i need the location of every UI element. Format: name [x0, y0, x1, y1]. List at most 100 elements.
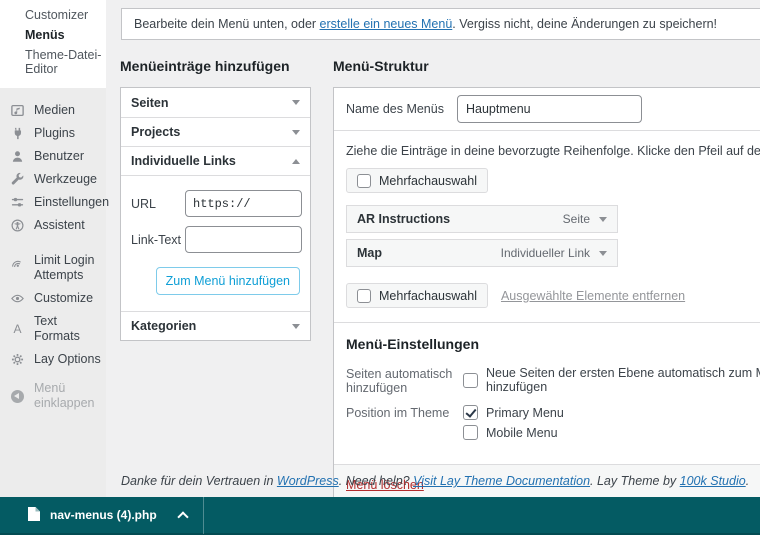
footer-text: . Lay Theme by [590, 474, 680, 488]
menu-settings-section: Menü-Einstellungen Seiten automatisch hi… [334, 322, 760, 464]
wordpress-admin-screen: Customizer Menüs Theme-Datei-Editor Medi… [0, 0, 760, 535]
sidebar-item-theme-file-editor[interactable]: Theme-Datei-Editor [0, 45, 106, 79]
100k-studio-link[interactable]: 100k Studio [680, 474, 746, 488]
url-input[interactable] [185, 190, 302, 217]
sidebar-item-label: Text Formats [34, 314, 102, 344]
notice-banner: Bearbeite dein Menü unten, oder erstelle… [121, 8, 760, 40]
accordion-label: Projects [131, 125, 180, 139]
footer-text: . [746, 474, 749, 488]
sidebar-item-customizer[interactable]: Customizer [0, 5, 106, 25]
download-bar: nav-menus (4).php [0, 497, 760, 535]
sidebar-item-label: Customize [34, 291, 93, 306]
menu-item-map[interactable]: Map Individueller Link [346, 239, 618, 267]
menu-item-title: Map [357, 246, 382, 260]
tools-icon [10, 172, 25, 187]
bulk-select-label: Mehrfachauswahl [379, 174, 477, 188]
mobile-menu-checkbox[interactable] [463, 425, 478, 440]
bulk-select-toggle[interactable]: Mehrfachauswahl [346, 168, 488, 193]
menu-structure-title: Menü-Struktur [333, 58, 760, 74]
auto-add-option[interactable]: Neue Seiten der ersten Ebene automatisch… [463, 366, 760, 394]
admin-footer-text: Danke für dein Vertrauen in WordPress. N… [121, 474, 749, 488]
drag-instructions: Ziehe die Einträge in deine bevorzugte R… [346, 144, 760, 158]
sidebar-item-label: Einstellungen [34, 195, 109, 210]
link-text-input[interactable] [185, 226, 302, 253]
sidebar-item-limit-login-attempts[interactable]: Limit Login Attempts [0, 249, 106, 287]
notice-text: Bearbeite dein Menü unten, oder [134, 17, 320, 31]
bulk-select-checkbox[interactable] [357, 174, 371, 188]
accordion-kategorien[interactable]: Kategorien [121, 311, 310, 340]
accordion-label: Individuelle Links [131, 154, 236, 168]
menu-items-list: AR Instructions Seite Map Individueller … [346, 205, 618, 267]
sidebar-item-label: Limit Login Attempts [34, 253, 100, 283]
accordion-projects[interactable]: Projects [121, 117, 310, 146]
add-menu-items-title: Menüeinträge hinzufügen [120, 58, 311, 74]
link-text-label: Link-Text [131, 233, 185, 247]
downloaded-file-chip[interactable]: nav-menus (4).php [0, 497, 203, 533]
chevron-down-icon [292, 324, 300, 333]
mobile-menu-option[interactable]: Mobile Menu [463, 425, 564, 440]
sidebar-item-label: Medien [34, 103, 75, 118]
lay-theme-docs-link[interactable]: Visit Lay Theme Documentation [413, 474, 590, 488]
chevron-up-icon[interactable] [177, 511, 188, 522]
menu-item-title: AR Instructions [357, 212, 450, 226]
add-to-menu-button[interactable]: Zum Menü hinzufügen [156, 267, 300, 295]
menu-structure-panel: Menü-Struktur Name des Menüs Ziehe die E… [333, 58, 760, 505]
primary-menu-option[interactable]: Primary Menu [463, 405, 564, 420]
bulk-select-checkbox[interactable] [357, 289, 371, 303]
collapse-menu-button[interactable]: Menü einklappen [0, 377, 106, 415]
file-icon [28, 507, 40, 524]
auto-add-checkbox[interactable] [463, 373, 478, 388]
sidebar-item-werkzeuge[interactable]: Werkzeuge [0, 168, 106, 191]
menu-item-type: Seite [563, 212, 590, 226]
create-new-menu-link[interactable]: erstelle ein neues Menü [320, 17, 453, 31]
download-bar-divider [203, 496, 204, 534]
sidebar-item-lay-options[interactable]: Lay Options [0, 348, 106, 371]
menu-item-ar-instructions[interactable]: AR Instructions Seite [346, 205, 618, 233]
appearance-submenu: Customizer Menüs Theme-Datei-Editor [0, 0, 106, 88]
assistant-icon [10, 218, 25, 233]
admin-menu: Medien Plugins Benutzer Werkzeuge [0, 88, 106, 415]
auto-add-label: Seiten automatisch hinzufügen [346, 366, 463, 395]
sidebar-item-label: Werkzeuge [34, 172, 97, 187]
bulk-select-label: Mehrfachauswahl [379, 289, 477, 303]
primary-menu-label: Primary Menu [486, 406, 564, 420]
chevron-down-icon[interactable] [599, 217, 607, 226]
bulk-select-toggle[interactable]: Mehrfachauswahl [346, 283, 488, 308]
menu-structure-body: Ziehe die Einträge in deine bevorzugte R… [334, 131, 760, 322]
sidebar-item-benutzer[interactable]: Benutzer [0, 145, 106, 168]
sidebar-item-text-formats[interactable]: A Text Formats [0, 310, 106, 348]
sidebar-item-label: Assistent [34, 218, 85, 233]
collapse-menu-label: Menü einklappen [34, 381, 102, 411]
footer-text: . Need help? [339, 474, 413, 488]
accordion-seiten[interactable]: Seiten [121, 88, 310, 117]
collapse-arrow-icon [10, 389, 25, 404]
accordion-individuelle-links[interactable]: Individuelle Links [121, 146, 310, 175]
menu-items-accordion: Seiten Projects Individuelle Links URL [120, 87, 311, 341]
menu-structure-box: Name des Menüs Ziehe die Einträge in dei… [333, 87, 760, 505]
sidebar-item-medien[interactable]: Medien [0, 99, 106, 122]
add-menu-items-panel: Menüeinträge hinzufügen Seiten Projects … [120, 58, 311, 341]
settings-icon [10, 195, 25, 210]
sidebar-item-plugins[interactable]: Plugins [0, 122, 106, 145]
menu-name-row: Name des Menüs [334, 88, 760, 131]
plugins-icon [10, 126, 25, 141]
sidebar-item-menus[interactable]: Menüs [0, 25, 106, 45]
main-content: Bearbeite dein Menü unten, oder erstelle… [106, 0, 760, 497]
sidebar-item-customize[interactable]: Customize [0, 287, 106, 310]
menu-item-type: Individueller Link [501, 246, 590, 260]
menu-name-input[interactable] [457, 95, 642, 123]
chevron-down-icon [292, 100, 300, 109]
primary-menu-checkbox[interactable] [463, 405, 478, 420]
gear-icon [10, 352, 25, 367]
sidebar-item-assistent[interactable]: Assistent [0, 214, 106, 237]
remove-selected-link[interactable]: Ausgewählte Elemente entfernen [501, 289, 685, 303]
sidebar-item-einstellungen[interactable]: Einstellungen [0, 191, 106, 214]
users-icon [10, 149, 25, 164]
theme-position-label: Position im Theme [346, 405, 463, 420]
chevron-up-icon [292, 155, 300, 164]
chevron-down-icon[interactable] [599, 251, 607, 260]
sidebar-item-label: Lay Options [34, 352, 101, 367]
wordpress-link[interactable]: WordPress [277, 474, 339, 488]
limit-login-icon [10, 255, 25, 270]
notice-text: . Vergiss nicht, deine Änderungen zu spe… [452, 17, 717, 31]
